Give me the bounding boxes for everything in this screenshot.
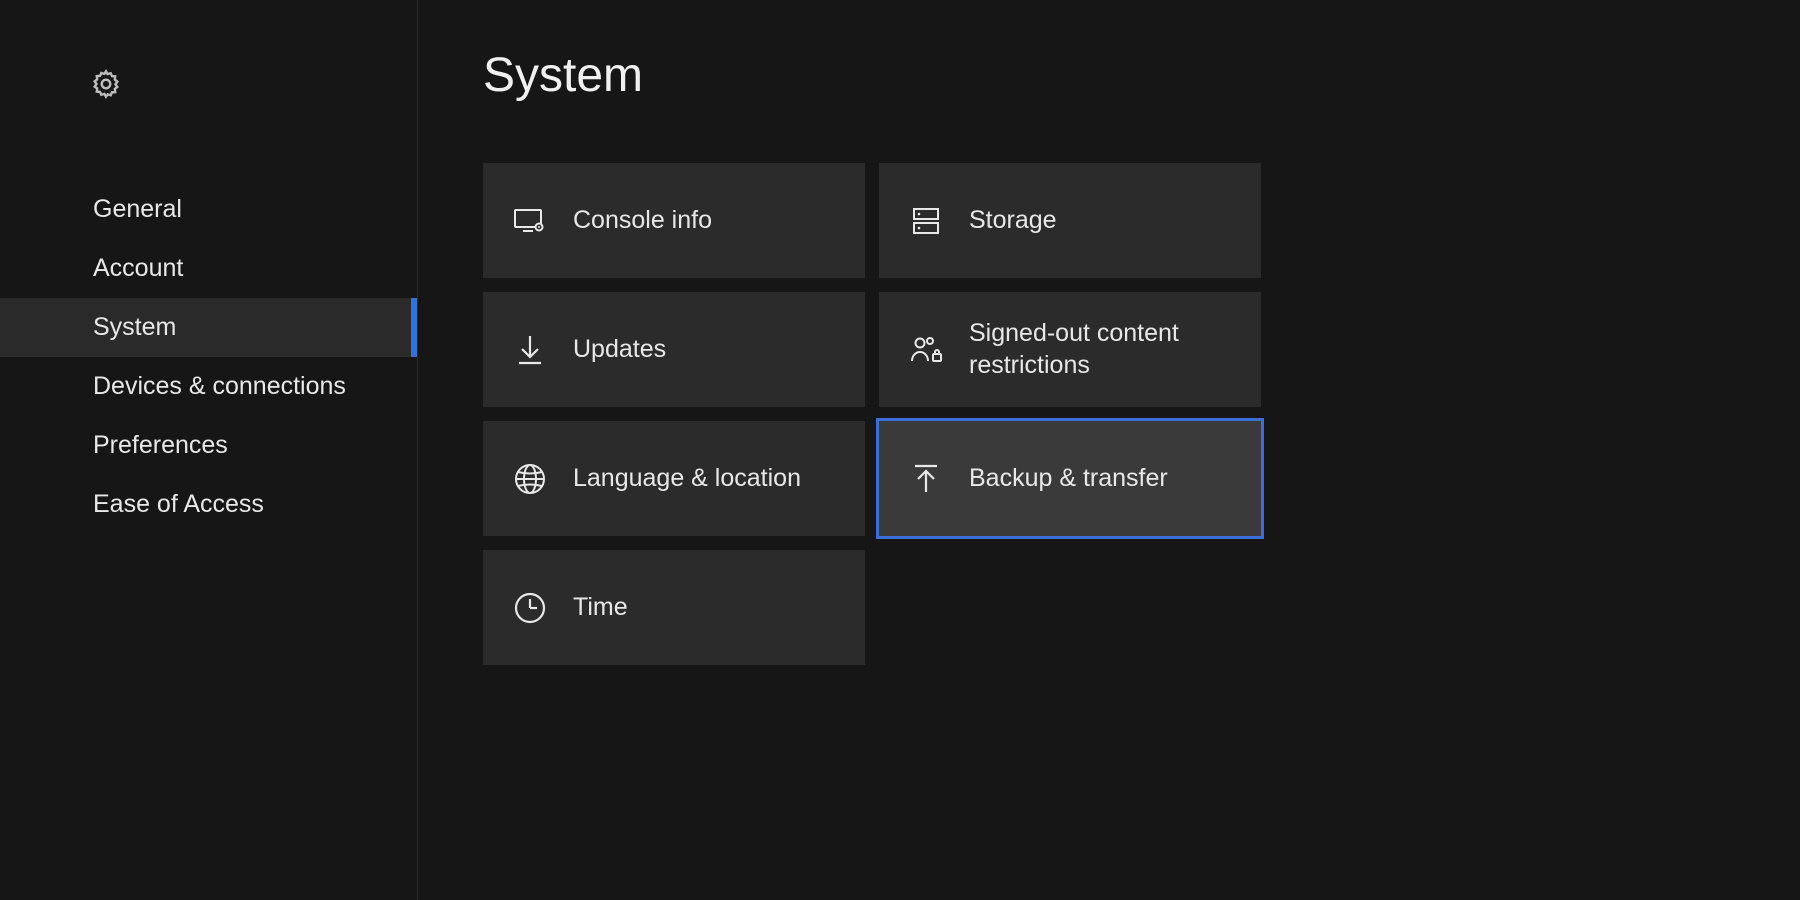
tile-storage[interactable]: Storage: [879, 163, 1261, 278]
tile-console-info[interactable]: Console info: [483, 163, 865, 278]
clock-icon: [513, 591, 547, 625]
sidebar-item-preferences[interactable]: Preferences: [0, 416, 417, 475]
sidebar-item-system[interactable]: System: [0, 298, 417, 357]
tile-backup-transfer[interactable]: Backup & transfer: [879, 421, 1261, 536]
people-lock-icon: [909, 333, 943, 367]
download-icon: [513, 333, 547, 367]
main-content: System Console info: [418, 0, 1800, 900]
tile-label: Backup & transfer: [969, 463, 1168, 494]
tile-label: Signed-out content restrictions: [969, 318, 1261, 381]
tile-label: Console info: [573, 205, 712, 236]
storage-icon: [909, 204, 943, 238]
sidebar-item-label: General: [93, 195, 182, 224]
sidebar: General Account System Devices & connect…: [0, 0, 418, 900]
sidebar-item-label: Ease of Access: [93, 490, 264, 519]
sidebar-item-devices-connections[interactable]: Devices & connections: [0, 357, 417, 416]
sidebar-item-label: Preferences: [93, 431, 228, 460]
sidebar-item-label: System: [93, 313, 176, 342]
tile-label: Language & location: [573, 463, 801, 494]
tile-label: Updates: [573, 334, 666, 365]
tile-updates[interactable]: Updates: [483, 292, 865, 407]
sidebar-item-general[interactable]: General: [0, 180, 417, 239]
globe-icon: [513, 462, 547, 496]
page-title: System: [483, 48, 1800, 103]
sidebar-item-account[interactable]: Account: [0, 239, 417, 298]
sidebar-items: General Account System Devices & connect…: [0, 180, 417, 534]
tile-label: Storage: [969, 205, 1057, 236]
sidebar-item-ease-of-access[interactable]: Ease of Access: [0, 475, 417, 534]
tile-grid: Console info Storage Upda: [483, 163, 1800, 665]
tile-label: Time: [573, 592, 628, 623]
upload-icon: [909, 462, 943, 496]
console-info-icon: [513, 204, 547, 238]
sidebar-item-label: Account: [93, 254, 183, 283]
tile-language-location[interactable]: Language & location: [483, 421, 865, 536]
gear-icon: [90, 68, 417, 100]
tile-signed-out-content-restrictions[interactable]: Signed-out content restrictions: [879, 292, 1261, 407]
sidebar-item-label: Devices & connections: [93, 372, 346, 401]
tile-time[interactable]: Time: [483, 550, 865, 665]
